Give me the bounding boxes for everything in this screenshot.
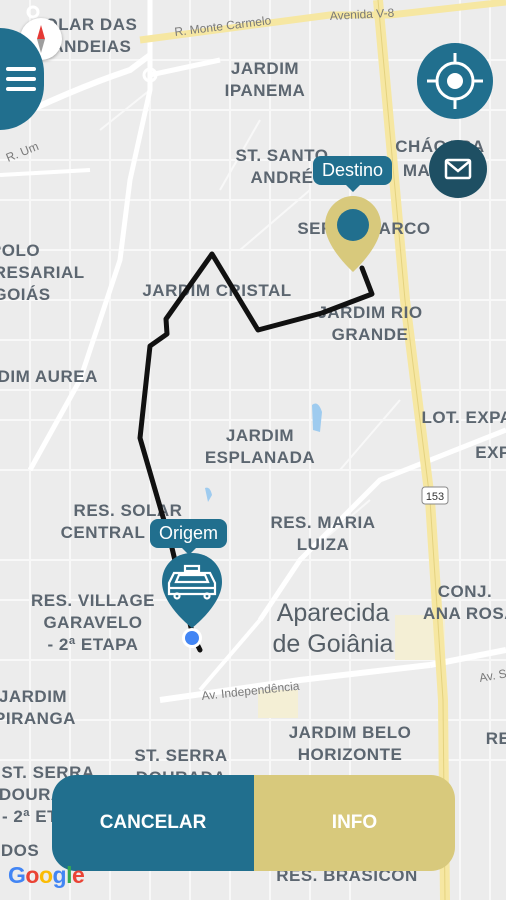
- google-letter: g: [52, 862, 67, 888]
- label-jardim-rio-grande-2: GRANDE: [332, 325, 409, 344]
- label-st-serra-1: ST. SERRA: [134, 746, 227, 765]
- label-expa: EXP: [475, 443, 506, 462]
- label-jardim-belo-2: HORIZONTE: [298, 745, 403, 764]
- label-lot-expa: LOT. EXPA: [421, 408, 506, 427]
- label-res-maria-luiza-2: LUIZA: [297, 535, 350, 554]
- city-name-line-1: Aparecida: [277, 599, 390, 627]
- label-polo-2: EMPRESARIAL: [0, 263, 85, 282]
- label-res-solar-central-2: CENTRAL: [61, 523, 146, 542]
- destination-label-bubble: Destino: [313, 156, 393, 192]
- destination-pin-dot: [337, 209, 369, 241]
- label-jardim-esplanada-1: JARDIM: [226, 426, 294, 445]
- label-st-serra-left-3: - 2ª ET: [2, 807, 58, 826]
- label-jardim-belo-1: JARDIM BELO: [289, 723, 412, 742]
- bottom-action-bar: CANCELAR INFO: [52, 775, 455, 871]
- highway-shield-number: 153: [426, 491, 444, 503]
- cancel-button[interactable]: CANCELAR: [52, 775, 254, 871]
- menu-bar-3: [6, 87, 36, 91]
- google-letter: G: [8, 862, 26, 888]
- menu-bar-1: [6, 67, 36, 71]
- label-res-maria-luiza-1: RES. MARIA: [270, 513, 375, 532]
- locate-me-button[interactable]: [417, 43, 493, 119]
- google-letter: o: [25, 862, 39, 888]
- label-res-village-2: GARAVELO: [43, 613, 142, 632]
- label-jardim-ipanema-1: JARDIM: [231, 59, 299, 78]
- highway-shield: 153: [421, 486, 449, 505]
- menu-bar-2: [6, 77, 36, 81]
- label-res-solar-central-1: RES. SOLAR: [74, 501, 183, 520]
- label-polo-1: POLO: [0, 241, 40, 260]
- label-jardim-ipanema-2: IPANEMA: [225, 81, 306, 100]
- label-conj-ana-rosa-2: ANA ROSA: [423, 604, 506, 623]
- label-res-r: RE: [486, 729, 506, 748]
- city-name-line-2: de Goiânia: [273, 630, 394, 658]
- label-res-village-1: RES. VILLAGE: [31, 591, 155, 610]
- origin-label-bubble: Origem: [150, 519, 228, 555]
- label-jardim-esplanada-2: ESPLANADA: [205, 448, 315, 467]
- info-button[interactable]: INFO: [254, 775, 455, 871]
- label-jardim-aurea: JARDIM AUREA: [0, 367, 98, 386]
- current-location-dot: [185, 631, 199, 645]
- label-jardim-piranga-2: PIRANGA: [0, 709, 76, 728]
- label-conj-ana-rosa-1: CONJ.: [438, 582, 492, 601]
- mail-icon: [444, 158, 472, 180]
- label-res-village-3: - 2ª ETAPA: [48, 635, 139, 654]
- google-logo: Google: [8, 862, 85, 889]
- label-jardim-piranga-1: JARDIM: [0, 687, 67, 706]
- map-canvas[interactable]: R. Monte Carmelo Avenida V-8 Av. Indepen…: [0, 0, 506, 900]
- label-jardim-rio-grande-1: JARDIM RIO: [317, 303, 422, 322]
- label-st-santo-andre-2: ANDRÉ: [251, 168, 314, 187]
- label-polo-3: GOIÁS: [0, 285, 51, 304]
- message-button[interactable]: [429, 140, 487, 198]
- google-letter: e: [71, 862, 85, 888]
- crosshair-icon: [427, 53, 483, 109]
- label-jardim-cristal: JARDIM CRISTAL: [142, 281, 291, 300]
- label-dos: DOS: [1, 841, 39, 860]
- google-letter: o: [38, 862, 53, 888]
